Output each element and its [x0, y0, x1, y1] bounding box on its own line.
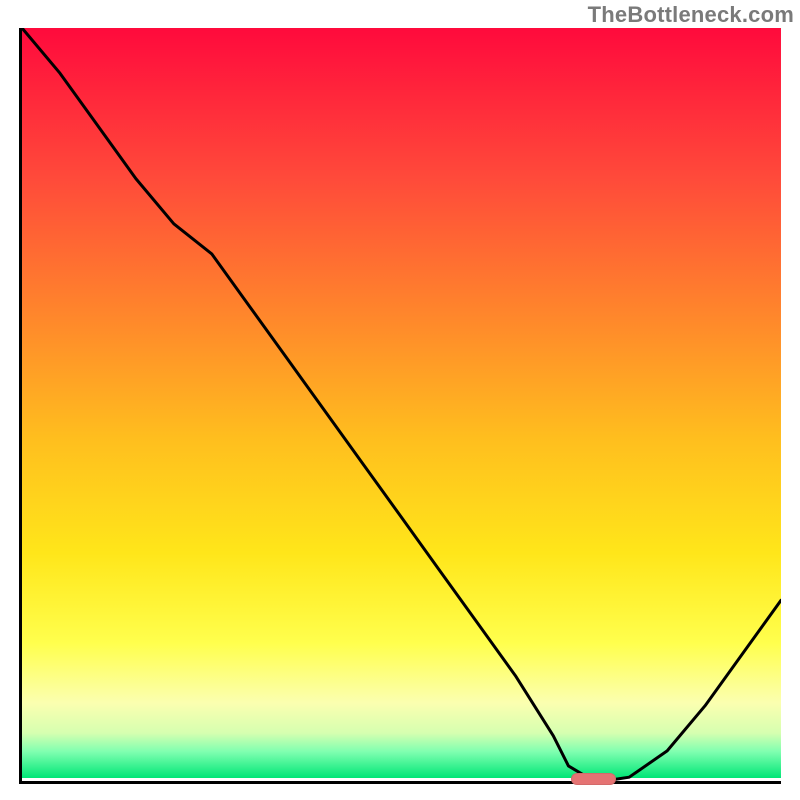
chart-container: TheBottleneck.com	[0, 0, 800, 800]
plot-area	[19, 28, 781, 784]
curve-line	[22, 28, 781, 781]
optimum-marker	[571, 773, 617, 785]
watermark-label: TheBottleneck.com	[588, 2, 794, 28]
